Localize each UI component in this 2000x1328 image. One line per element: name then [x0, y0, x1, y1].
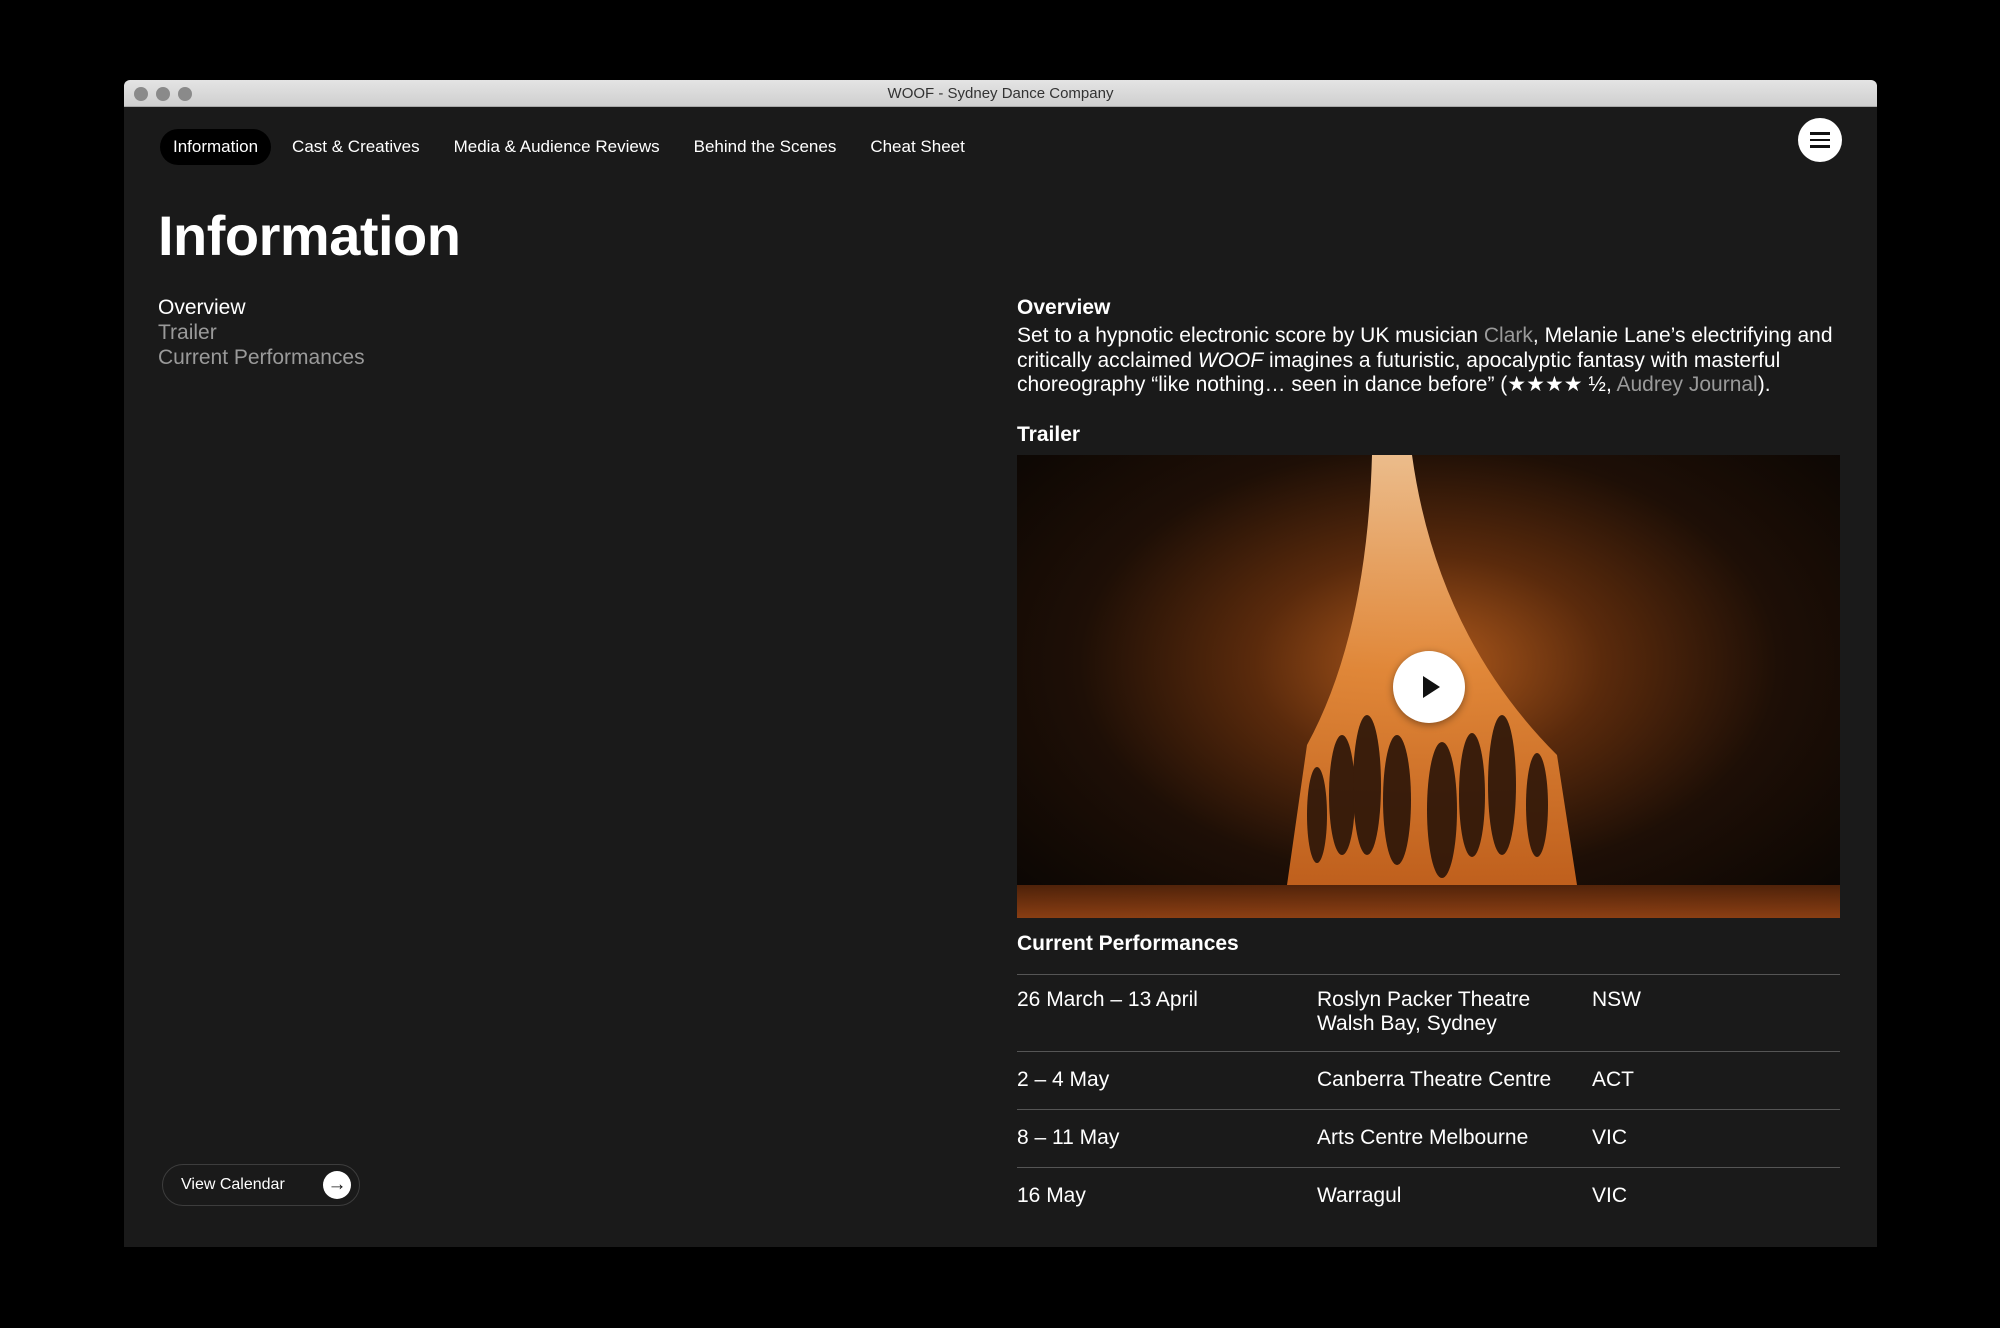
tab-information[interactable]: Information [160, 129, 272, 165]
performance-state: NSW [1592, 987, 1641, 1011]
performance-state: VIC [1592, 1125, 1628, 1149]
overview-text: Set to a hypnotic electronic score by UK… [1017, 324, 1484, 347]
clark-link[interactable]: Clark [1484, 324, 1533, 347]
performance-dates: 16 May [1017, 1183, 1086, 1207]
page-title: Information [158, 204, 461, 267]
play-icon[interactable] [1393, 650, 1465, 723]
top-nav: Information Cast & Creatives Media & Aud… [160, 129, 986, 165]
title-bar: WOOF - Sydney Dance Company [124, 80, 1877, 107]
performance-dates: 26 March – 13 April [1017, 987, 1198, 1011]
trailer-heading: Trailer [1017, 422, 1081, 446]
performance-venue: Warragul [1317, 1183, 1402, 1207]
arrow-right-icon: → [323, 1171, 351, 1199]
content-column: Overview Set to a hypnotic electronic sc… [1017, 296, 1840, 1226]
toc-link-overview[interactable]: Overview [158, 295, 365, 320]
tab-cheat-sheet[interactable]: Cheat Sheet [857, 129, 978, 165]
view-calendar-button[interactable]: View Calendar → [162, 1164, 360, 1206]
view-calendar-label: View Calendar [181, 1176, 285, 1193]
table-row: 16 May Warragul VIC [1017, 1168, 1840, 1226]
performance-state: VIC [1592, 1183, 1628, 1207]
toc-link-trailer[interactable]: Trailer [158, 320, 365, 345]
tab-cast-creatives[interactable]: Cast & Creatives [279, 129, 433, 165]
overview-heading: Overview [1017, 296, 1111, 319]
performance-state: ACT [1592, 1067, 1634, 1091]
hamburger-menu-icon[interactable] [1798, 118, 1842, 162]
tab-media-reviews[interactable]: Media & Audience Reviews [441, 129, 673, 165]
overview-paragraph: Set to a hypnotic electronic score by UK… [1017, 324, 1840, 398]
toc-link-current-performances[interactable]: Current Performances [158, 345, 365, 370]
audrey-journal-link[interactable]: Audrey Journal [1616, 373, 1757, 396]
window-title: WOOF - Sydney Dance Company [887, 85, 1114, 102]
table-row: 8 – 11 May Arts Centre Melbourne VIC [1017, 1110, 1840, 1168]
performance-dates: 2 – 4 May [1017, 1067, 1110, 1091]
performances-table: 26 March – 13 April Roslyn Packer Theatr… [1017, 973, 1840, 1226]
current-performances-heading: Current Performances [1017, 931, 1239, 955]
overview-text: ). [1757, 373, 1771, 396]
browser-window: WOOF - Sydney Dance Company Information … [124, 80, 1877, 1247]
trailer-video[interactable] [1017, 454, 1840, 918]
venue-location: Walsh Bay, Sydney [1317, 1012, 1497, 1035]
section-index: Overview Trailer Current Performances [158, 295, 365, 370]
performance-dates: 8 – 11 May [1017, 1125, 1120, 1149]
performance-venue: Arts Centre Melbourne [1317, 1125, 1529, 1149]
performance-venue: Roslyn Packer Theatre Walsh Bay, Sydney [1317, 988, 1592, 1051]
performance-venue: Canberra Theatre Centre [1317, 1067, 1552, 1091]
woof-title: WOOF [1197, 348, 1264, 372]
venue-name: Roslyn Packer Theatre [1317, 987, 1531, 1011]
table-row: 2 – 4 May Canberra Theatre Centre ACT [1017, 1052, 1840, 1110]
table-row: 26 March – 13 April Roslyn Packer Theatr… [1017, 975, 1840, 1052]
tab-behind-the-scenes[interactable]: Behind the Scenes [681, 129, 850, 165]
